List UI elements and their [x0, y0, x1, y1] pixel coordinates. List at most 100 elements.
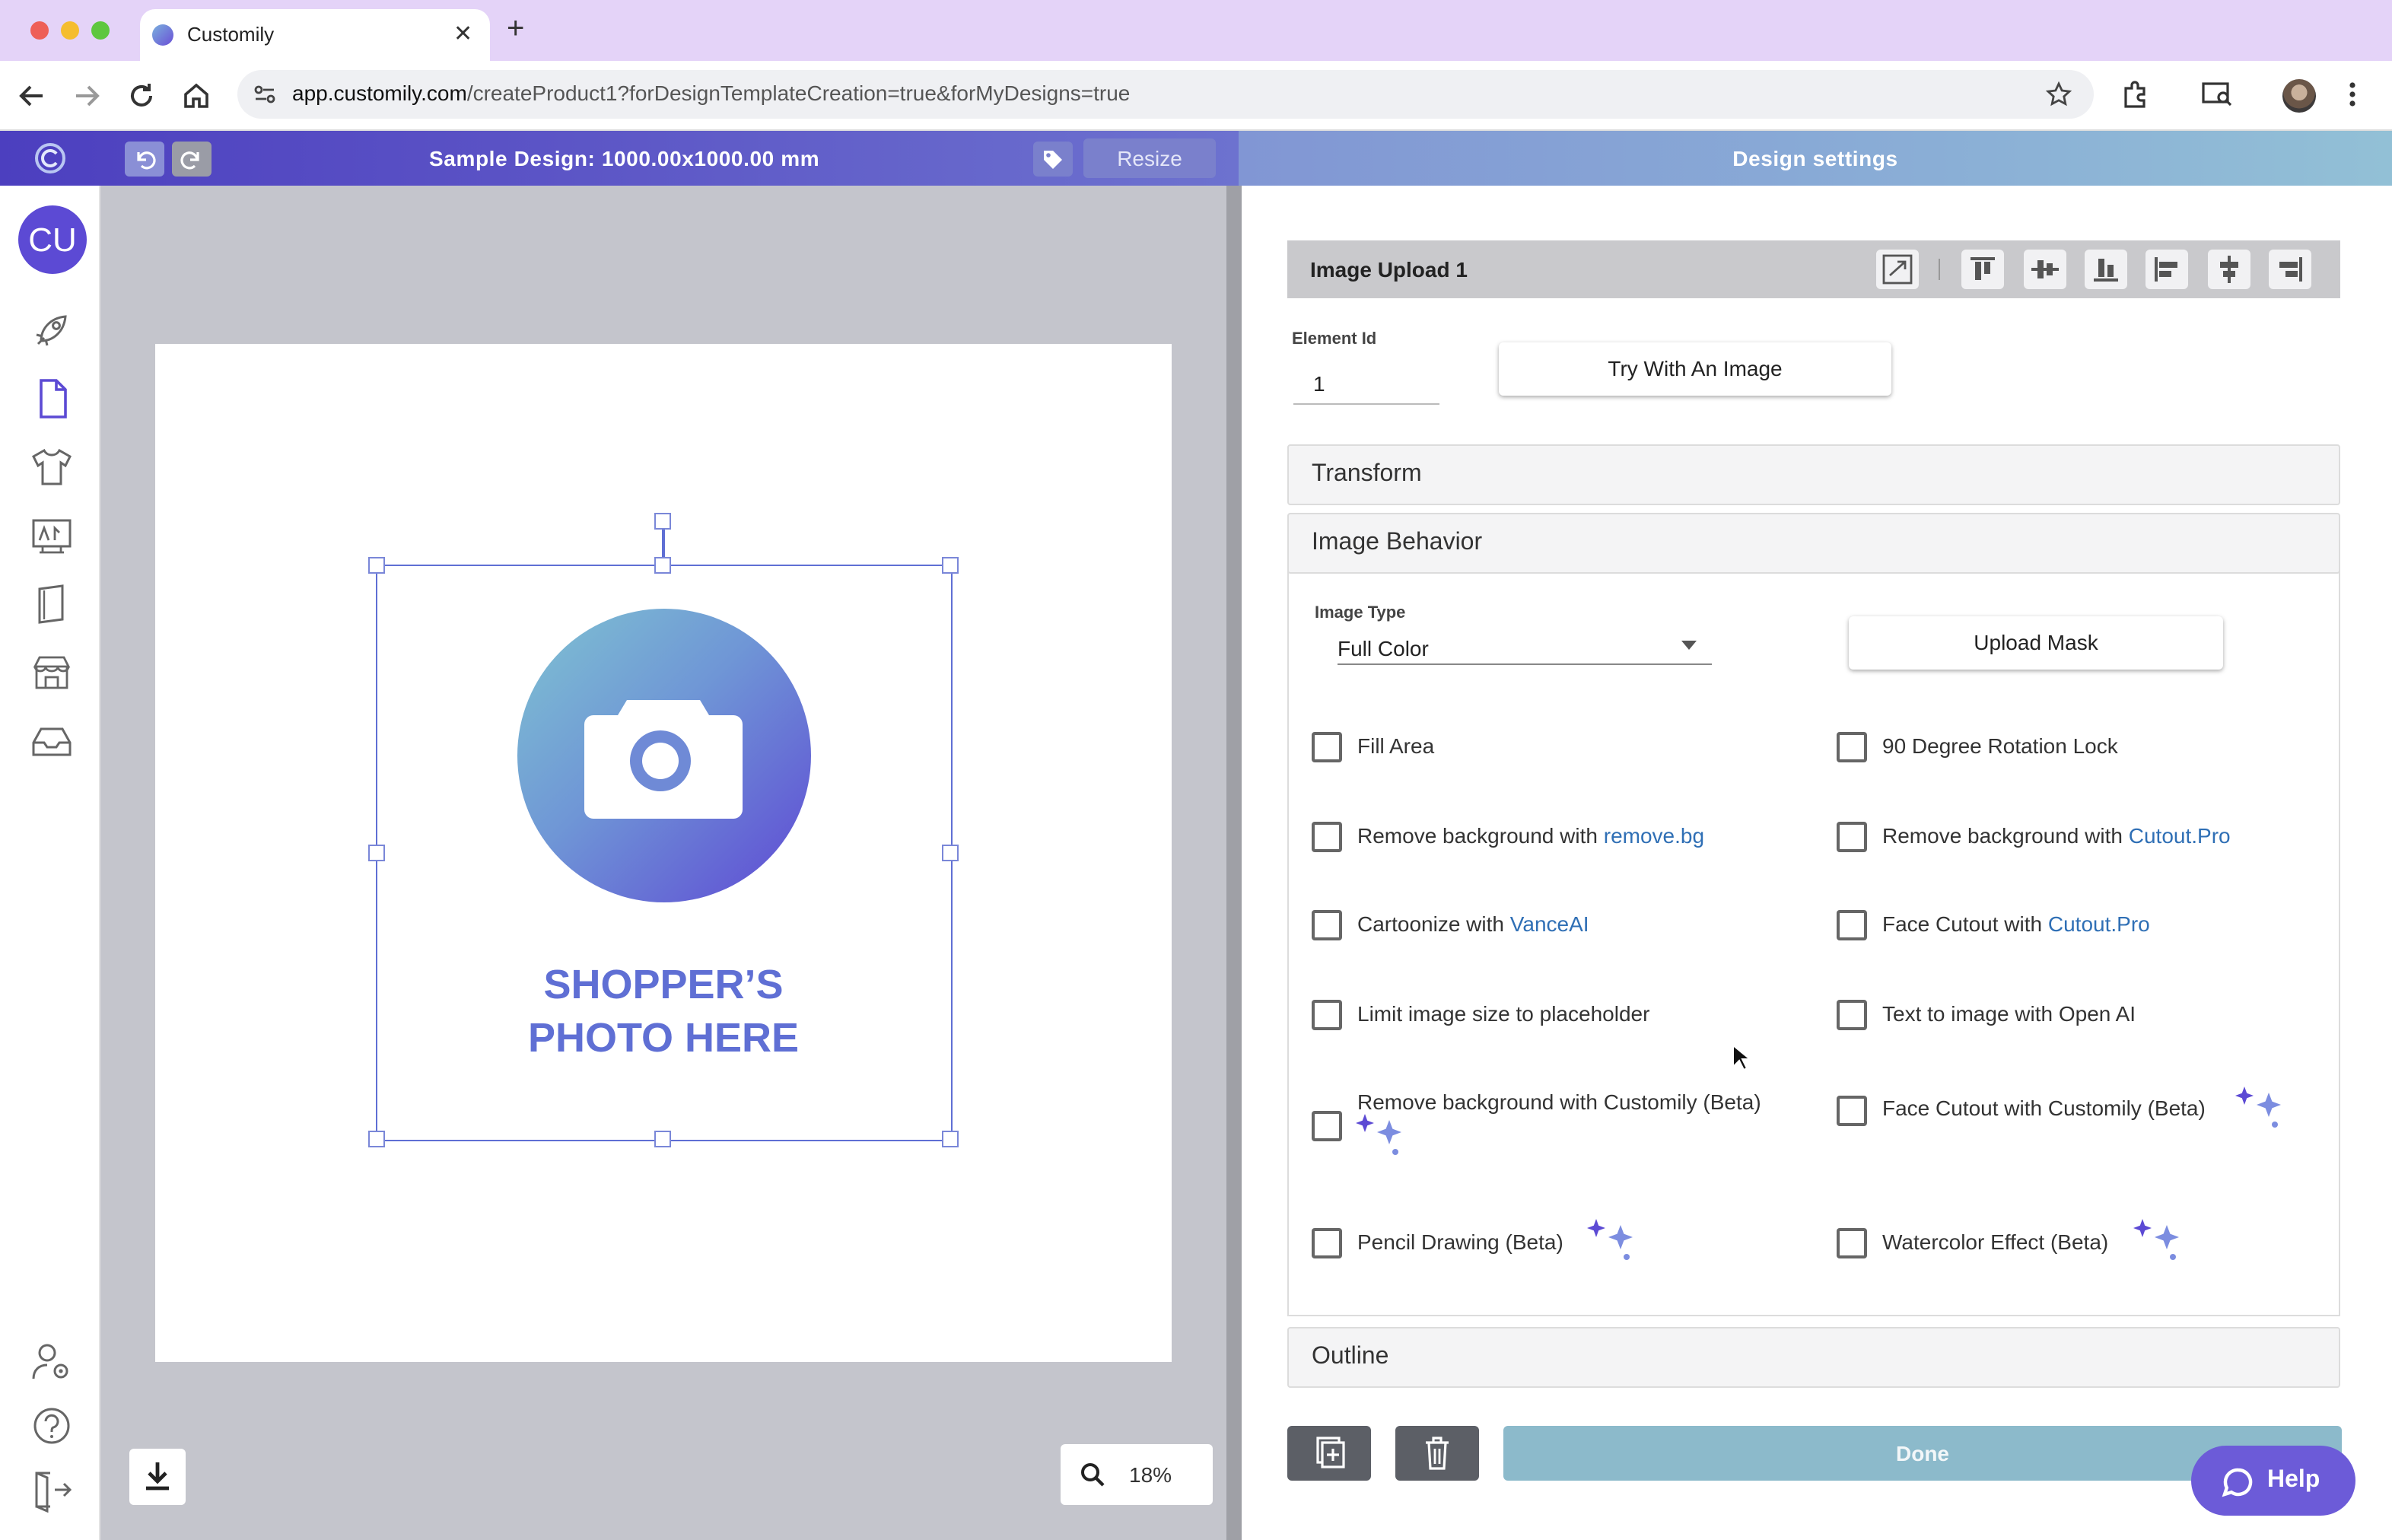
resize-handle-right[interactable] — [942, 845, 959, 861]
resize-button[interactable]: Resize — [1083, 138, 1216, 178]
reload-icon[interactable] — [125, 79, 158, 113]
image-behavior-section[interactable]: Image Behavior — [1287, 513, 2340, 574]
element-id-input[interactable]: 1 — [1293, 358, 1439, 405]
user-settings-icon[interactable] — [29, 1339, 75, 1385]
tab-close-icon[interactable]: ✕ — [453, 20, 472, 47]
forward-icon[interactable] — [70, 79, 103, 113]
element-title: Image Upload 1 — [1310, 257, 1468, 282]
align-right-button[interactable] — [2269, 250, 2311, 289]
resize-handle-top-left[interactable] — [368, 557, 385, 574]
inbox-icon[interactable] — [29, 718, 75, 764]
face-cutout-customily-label: Face Cutout with Customily (Beta) — [1882, 1096, 2206, 1120]
face-cutout-label: Face Cutout with Cutout.Pro — [1882, 912, 2150, 936]
zoom-level: 18% — [1129, 1462, 1172, 1487]
resize-handle-bottom[interactable] — [654, 1131, 671, 1147]
rotate-handle[interactable] — [654, 513, 671, 530]
face-cutout-pro-link[interactable]: Cutout.Pro — [2048, 912, 2150, 936]
rocket-icon[interactable] — [29, 307, 75, 353]
cutout-pro-link[interactable]: Cutout.Pro — [2129, 823, 2231, 848]
url-domain: app.customily.com — [292, 81, 467, 105]
remove-bg-cutout-label: Remove background with Cutout.Pro — [1882, 823, 2231, 848]
design-canvas-area: SHOPPER’S PHOTO HERE 18% — [100, 186, 1233, 1540]
cartoonize-label: Cartoonize with VanceAI — [1357, 912, 1589, 936]
watercolor-checkbox[interactable] — [1837, 1228, 1867, 1258]
left-sidebar: CU — [0, 186, 100, 1540]
text-to-image-checkbox[interactable] — [1837, 1000, 1867, 1030]
menu-kebab-icon[interactable] — [2340, 79, 2365, 110]
browser-tab[interactable]: Customily ✕ — [140, 9, 490, 61]
resize-handle-left[interactable] — [368, 845, 385, 861]
minimize-window-button[interactable] — [61, 21, 79, 40]
cartoonize-checkbox[interactable] — [1312, 910, 1342, 940]
align-middle-button[interactable] — [2024, 250, 2066, 289]
download-button[interactable] — [129, 1449, 186, 1505]
outline-section[interactable]: Outline — [1287, 1327, 2340, 1388]
resize-handle-bottom-right[interactable] — [942, 1131, 959, 1147]
home-icon[interactable] — [180, 79, 213, 113]
tag-button[interactable] — [1033, 142, 1073, 177]
undo-button[interactable] — [125, 142, 164, 177]
align-left-button[interactable] — [2145, 250, 2188, 289]
tshirt-icon[interactable] — [29, 444, 75, 490]
resize-handle-top-right[interactable] — [942, 557, 959, 574]
transform-section[interactable]: Transform — [1287, 444, 2340, 505]
design-title: Sample Design: 1000.00x1000.00 mm — [429, 146, 820, 170]
customily-logo-icon[interactable] — [33, 142, 67, 175]
cast-search-icon[interactable] — [2200, 79, 2234, 110]
align-center-button[interactable] — [2208, 250, 2250, 289]
address-bar[interactable]: app.customily.com/createProduct1?forDesi… — [237, 70, 2094, 119]
text-to-image-label: Text to image with Open AI — [1882, 1001, 2136, 1026]
resize-handle-top[interactable] — [654, 557, 671, 574]
align-bottom-button[interactable] — [2085, 250, 2127, 289]
upload-mask-button[interactable]: Upload Mask — [1849, 616, 2223, 670]
remove-bg-checkbox[interactable] — [1312, 822, 1342, 852]
app-header: Sample Design: 1000.00x1000.00 mm Resize… — [0, 131, 2392, 186]
book-icon[interactable] — [29, 581, 75, 627]
zoom-control[interactable]: 18% — [1061, 1444, 1213, 1505]
limit-size-checkbox[interactable] — [1312, 1000, 1342, 1030]
sparkle-icon — [1587, 1219, 1639, 1262]
pencil-drawing-checkbox[interactable] — [1312, 1228, 1342, 1258]
fit-to-canvas-button[interactable] — [1876, 250, 1919, 289]
try-with-image-button[interactable]: Try With An Image — [1499, 342, 1891, 396]
remove-bg-link[interactable]: remove.bg — [1604, 823, 1704, 848]
fill-area-checkbox[interactable] — [1312, 732, 1342, 762]
browser-tab-bar: Customily ✕ + — [0, 0, 2392, 61]
page-icon[interactable] — [29, 376, 75, 422]
help-icon[interactable] — [29, 1403, 75, 1449]
image-behavior-body: Image Type Full Color Upload Mask Fill A… — [1287, 571, 2340, 1316]
extensions-icon[interactable] — [2120, 79, 2150, 110]
resize-handle-bottom-left[interactable] — [368, 1131, 385, 1147]
redo-button[interactable] — [172, 142, 212, 177]
mouse-cursor-icon — [1732, 1044, 1750, 1071]
canvas-scrollbar[interactable] — [1226, 186, 1242, 1540]
url-text: app.customily.com/createProduct1?forDesi… — [292, 81, 1130, 105]
profile-avatar[interactable] — [2282, 79, 2316, 113]
align-top-button[interactable] — [1961, 250, 2004, 289]
delete-button[interactable] — [1395, 1426, 1479, 1481]
outline-title: Outline — [1312, 1344, 1389, 1370]
duplicate-button[interactable] — [1287, 1426, 1371, 1481]
fill-area-label: Fill Area — [1357, 733, 1435, 758]
new-tab-button[interactable]: + — [507, 12, 524, 47]
remove-bg-cutout-checkbox[interactable] — [1837, 822, 1867, 852]
store-icon[interactable] — [29, 650, 75, 695]
back-icon[interactable] — [15, 79, 49, 113]
logout-icon[interactable] — [29, 1467, 75, 1513]
face-cutout-customily-checkbox[interactable] — [1837, 1096, 1867, 1126]
help-button[interactable]: Help — [2191, 1446, 2355, 1516]
user-avatar[interactable]: CU — [18, 205, 87, 274]
maximize-window-button[interactable] — [91, 21, 110, 40]
vanceai-link[interactable]: VanceAI — [1510, 912, 1589, 936]
rotation-lock-checkbox[interactable] — [1837, 732, 1867, 762]
artboard[interactable]: SHOPPER’S PHOTO HERE — [155, 344, 1172, 1362]
image-type-select[interactable]: Full Color — [1338, 628, 1712, 665]
image-upload-placeholder[interactable]: SHOPPER’S PHOTO HERE — [376, 565, 953, 1141]
close-window-button[interactable] — [30, 21, 49, 40]
artwork-icon[interactable] — [29, 513, 75, 558]
bookmark-star-icon[interactable] — [2045, 81, 2072, 108]
zoom-search-icon — [1079, 1461, 1106, 1488]
face-cutout-checkbox[interactable] — [1837, 910, 1867, 940]
site-info-icon[interactable] — [253, 82, 277, 107]
remove-bg-customily-checkbox[interactable] — [1312, 1111, 1342, 1141]
